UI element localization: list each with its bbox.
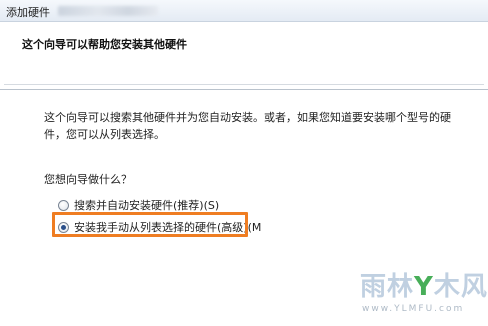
blurred-title-detail bbox=[58, 6, 158, 16]
radio-option-auto-install[interactable]: 搜索并自动安装硬件(推荐)(S) bbox=[58, 197, 219, 213]
window-title: 添加硬件 bbox=[6, 6, 50, 19]
wizard-header: 这个向导可以帮助您安装其他硬件 bbox=[0, 22, 488, 90]
watermark-url: www.YLMFU.com bbox=[362, 304, 465, 314]
watermark-logo: 雨林Y木风 www.YLMFU.com bbox=[356, 262, 487, 322]
wizard-question: 您想向导做什么？ bbox=[44, 173, 132, 186]
header-divider bbox=[4, 84, 484, 85]
wizard-header-title: 这个向导可以帮助您安装其他硬件 bbox=[22, 38, 187, 51]
watermark-brand-text: 雨林Y木风 bbox=[360, 272, 488, 302]
orange-highlight-box bbox=[52, 212, 248, 237]
wizard-description: 这个向导可以搜索其他硬件并为您自动安装。或者，如果您知道要安装哪个型号的硬件，您… bbox=[44, 111, 451, 141]
title-bar: 添加硬件 bbox=[0, 0, 488, 22]
radio-label-auto-install: 搜索并自动安装硬件(推荐)(S) bbox=[74, 199, 220, 212]
radio-button-auto-install[interactable] bbox=[58, 199, 69, 211]
